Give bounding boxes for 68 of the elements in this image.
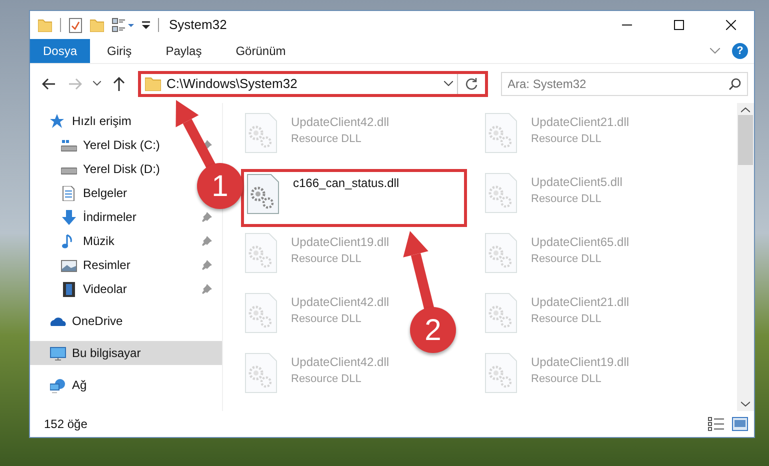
address-bar[interactable]: C:\Windows\System32 bbox=[138, 70, 488, 96]
file-type: Resource DLL bbox=[531, 132, 602, 147]
address-path[interactable]: C:\Windows\System32 bbox=[166, 74, 298, 94]
file-type: Resource DLL bbox=[291, 252, 362, 267]
scroll-up-icon[interactable] bbox=[741, 107, 750, 113]
star-icon bbox=[50, 114, 66, 128]
sidebar-item[interactable]: Yerel Disk (C:) bbox=[30, 133, 164, 157]
ribbon-tab[interactable]: Görünüm bbox=[218, 39, 303, 63]
window-title: System32 bbox=[169, 16, 227, 34]
download-icon bbox=[61, 210, 77, 224]
file-type: Resource DLL bbox=[291, 132, 362, 147]
gear-file-icon[interactable] bbox=[247, 174, 279, 214]
pin-icon[interactable] bbox=[202, 140, 212, 150]
file-type: Resource DLL bbox=[531, 252, 602, 267]
monitor-icon bbox=[50, 346, 66, 360]
sidebar-item[interactable]: Müzik bbox=[30, 229, 118, 253]
help-button[interactable]: ? bbox=[732, 43, 748, 59]
sidebar-item[interactable]: Hızlı erişim bbox=[30, 109, 136, 133]
customize-toolbar-icon[interactable] bbox=[142, 20, 150, 30]
file-type: Resource DLL bbox=[531, 372, 602, 387]
ribbon-tab[interactable]: Dosya bbox=[30, 39, 90, 63]
document-icon bbox=[61, 186, 77, 200]
file-name[interactable]: c166_can_status.dll bbox=[293, 174, 400, 192]
sidebar-item[interactable]: Bu bilgisayar bbox=[30, 341, 222, 365]
minimize-icon[interactable] bbox=[622, 24, 632, 26]
ribbon-tab[interactable]: Giriş bbox=[90, 39, 149, 63]
item-count: 152 öğe bbox=[44, 416, 88, 433]
chevron-down-icon[interactable] bbox=[92, 81, 101, 86]
sidebar-item[interactable]: Videolar bbox=[30, 277, 131, 301]
search-icon bbox=[729, 78, 742, 90]
view-options-icon[interactable] bbox=[112, 18, 134, 32]
file-type: Resource DLL bbox=[531, 312, 602, 327]
picture-icon bbox=[61, 258, 77, 272]
chevron-down-icon[interactable] bbox=[444, 81, 452, 86]
sidebar-item[interactable]: Belgeler bbox=[30, 181, 132, 205]
forward-arrow-icon[interactable] bbox=[68, 78, 82, 90]
network-icon bbox=[50, 378, 66, 392]
large-icons-view-icon[interactable] bbox=[732, 417, 748, 431]
film-icon bbox=[61, 282, 77, 296]
file-type: Resource DLL bbox=[531, 192, 602, 207]
sidebar-item[interactable]: İndirmeler bbox=[30, 205, 140, 229]
pin-icon[interactable] bbox=[202, 212, 212, 222]
file-item[interactable]: c166_can_status.dll bbox=[241, 169, 467, 227]
new-folder-icon[interactable] bbox=[90, 18, 104, 32]
maximize-icon[interactable] bbox=[674, 20, 684, 30]
file-type: Resource DLL bbox=[291, 312, 362, 327]
ribbon-tab[interactable]: Paylaş bbox=[148, 39, 219, 63]
pin-icon[interactable] bbox=[202, 284, 212, 294]
pin-icon[interactable] bbox=[202, 260, 212, 270]
scrollbar-thumb[interactable] bbox=[738, 115, 753, 165]
pin-icon[interactable] bbox=[202, 236, 212, 246]
sidebar-item[interactable]: Yerel Disk (D:) bbox=[30, 157, 164, 181]
search-field[interactable]: Ara: System32 bbox=[500, 72, 748, 96]
up-arrow-icon[interactable] bbox=[112, 76, 125, 90]
sidebar-item[interactable]: Ağ bbox=[30, 373, 91, 397]
sidebar-item[interactable]: Resimler bbox=[30, 253, 134, 277]
back-arrow-icon[interactable] bbox=[42, 78, 56, 90]
scrollbar[interactable] bbox=[737, 103, 754, 411]
properties-icon[interactable] bbox=[69, 18, 82, 32]
close-icon[interactable] bbox=[726, 20, 736, 30]
folder-icon bbox=[144, 76, 161, 90]
refresh-icon[interactable] bbox=[464, 77, 478, 90]
file-type: Resource DLL bbox=[291, 372, 362, 387]
sidebar-item[interactable]: OneDrive bbox=[30, 309, 127, 333]
details-view-icon[interactable] bbox=[708, 417, 724, 431]
drive-icon bbox=[61, 138, 77, 152]
scroll-down-icon[interactable] bbox=[741, 401, 750, 407]
folder-icon[interactable] bbox=[38, 18, 52, 32]
